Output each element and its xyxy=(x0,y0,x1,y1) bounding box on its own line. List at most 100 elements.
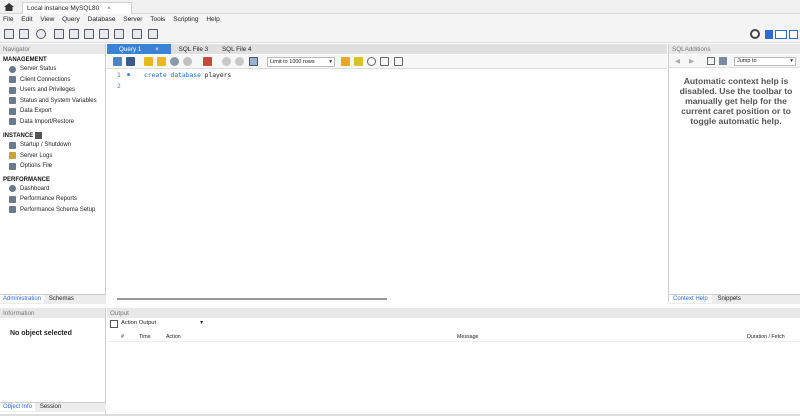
invisible-chars-icon[interactable] xyxy=(380,57,389,66)
editor-horizontal-scrollbar[interactable] xyxy=(117,298,387,300)
auto-help-icon[interactable] xyxy=(719,57,727,65)
tab-query-1[interactable]: Query 1 × xyxy=(107,44,171,54)
execute-icon[interactable] xyxy=(144,57,153,66)
create-schema-icon[interactable] xyxy=(54,29,64,39)
col-number: # xyxy=(121,334,124,340)
sql-additions-toolbar: ◀ ▶ Jump to ▾ xyxy=(669,55,800,68)
nav-item-startup-shutdown[interactable]: Startup / Shutdown xyxy=(0,140,105,151)
rollback-icon[interactable] xyxy=(235,57,244,66)
gear-icon[interactable] xyxy=(750,29,760,39)
create-function-icon[interactable] xyxy=(114,29,124,39)
back-icon[interactable]: ◀ xyxy=(675,57,680,65)
tab-snippets[interactable]: Snippets xyxy=(714,295,745,303)
instance-header: INSTANCE xyxy=(3,132,105,139)
reconnect-icon[interactable] xyxy=(148,29,158,39)
connection-tab[interactable]: Local instance MySQL80 × xyxy=(22,2,132,14)
navigator-panel: Navigator MANAGEMENT Server Status Clien… xyxy=(0,44,106,304)
output-column-headers: # Time Action Message Duration / Fetch xyxy=(107,332,800,342)
menu-database[interactable]: Database xyxy=(85,14,119,25)
server-status-icon xyxy=(9,65,16,73)
nav-item-options-file[interactable]: Options File xyxy=(0,161,105,172)
explain-icon[interactable] xyxy=(170,57,179,66)
stop-icon[interactable] xyxy=(183,57,192,66)
create-procedure-icon[interactable] xyxy=(99,29,109,39)
nav-item-users-privileges[interactable]: Users and Privileges xyxy=(0,85,105,96)
menu-edit[interactable]: Edit xyxy=(18,14,35,25)
warning-icon xyxy=(9,152,16,160)
tab-object-info[interactable]: Object Info xyxy=(0,403,36,411)
menu-query[interactable]: Query xyxy=(59,14,83,25)
close-icon[interactable]: × xyxy=(107,5,111,12)
management-header: MANAGEMENT xyxy=(3,57,47,63)
output-panel: Output Action Output ▾ # Time Action Mess… xyxy=(107,308,800,416)
navigator-tabs: Administration Schemas xyxy=(0,294,106,304)
menu-view[interactable]: View xyxy=(37,14,57,25)
output-title: Output xyxy=(107,308,800,318)
dashboard-icon xyxy=(9,185,16,193)
add-snippet-icon[interactable] xyxy=(341,57,350,66)
information-title: Information xyxy=(0,308,105,318)
manual-help-icon[interactable] xyxy=(707,57,715,65)
startup-icon xyxy=(9,141,16,149)
nav-item-performance-schema[interactable]: Performance Schema Setup xyxy=(0,205,105,216)
variables-icon xyxy=(9,97,16,105)
open-sql-script-icon[interactable] xyxy=(19,29,29,39)
nav-item-server-status[interactable]: Server Status xyxy=(0,64,105,75)
toggle-error-icon[interactable] xyxy=(203,57,212,66)
toggle-secondary-sidebar-icon[interactable] xyxy=(789,30,798,39)
home-icon[interactable] xyxy=(3,2,15,12)
toggle-output-icon[interactable] xyxy=(775,30,787,39)
output-toolbar: Action Output ▾ xyxy=(107,319,800,330)
create-table-icon[interactable] xyxy=(69,29,79,39)
autocommit-icon[interactable] xyxy=(249,57,258,66)
col-time: Time xyxy=(139,334,151,340)
query-tab-bar: Query 1 × SQL File 3 SQL File 4 xyxy=(107,44,667,54)
execute-current-icon[interactable] xyxy=(157,57,166,66)
forward-icon[interactable]: ▶ xyxy=(689,57,694,65)
beautify-icon[interactable] xyxy=(354,57,363,66)
menu-scripting[interactable]: Scripting xyxy=(170,14,201,25)
nav-item-server-logs[interactable]: Server Logs xyxy=(0,151,105,162)
word-wrap-icon[interactable] xyxy=(394,57,403,66)
limit-rows-select[interactable]: Limit to 1000 rows ▾ xyxy=(267,57,335,67)
menu-help[interactable]: Help xyxy=(203,14,222,25)
tab-session[interactable]: Session xyxy=(37,403,64,411)
save-icon[interactable] xyxy=(126,57,135,66)
nav-item-client-connections[interactable]: Client Connections xyxy=(0,75,105,86)
performance-header: PERFORMANCE xyxy=(3,176,51,183)
close-icon[interactable]: × xyxy=(149,45,165,55)
col-duration: Duration / Fetch xyxy=(747,334,785,340)
menu-server[interactable]: Server xyxy=(120,14,145,25)
no-object-label: No object selected xyxy=(10,330,72,337)
instance-icon xyxy=(34,132,42,139)
menu-file[interactable]: File xyxy=(0,14,16,25)
sql-editor[interactable]: 1 ● create database players 2 xyxy=(107,70,667,302)
nav-item-status-variables[interactable]: Status and System Variables xyxy=(0,96,105,107)
schema-setup-icon xyxy=(9,206,16,214)
wrench-icon xyxy=(9,162,16,170)
data-export-icon xyxy=(9,107,16,115)
tab-administration[interactable]: Administration xyxy=(0,295,45,303)
inspector-icon[interactable] xyxy=(36,29,46,39)
nav-item-performance-reports[interactable]: Performance Reports xyxy=(0,194,105,205)
new-sql-tab-icon[interactable] xyxy=(4,29,14,39)
toggle-sidebar-icon[interactable] xyxy=(765,30,773,39)
connection-tab-bar: Local instance MySQL80 × xyxy=(0,0,800,14)
tab-context-help[interactable]: Context Help xyxy=(669,295,712,303)
data-import-icon xyxy=(9,118,16,126)
nav-item-dashboard[interactable]: Dashboard xyxy=(0,184,105,195)
output-type-select[interactable]: Action Output ▾ xyxy=(121,320,205,329)
tab-schemas[interactable]: Schemas xyxy=(46,295,77,303)
nav-item-data-import[interactable]: Data Import/Restore xyxy=(0,117,105,128)
main-toolbar xyxy=(0,26,800,43)
nav-item-data-export[interactable]: Data Export xyxy=(0,106,105,117)
search-icon[interactable] xyxy=(367,57,376,66)
search-table-data-icon[interactable] xyxy=(132,29,142,39)
tab-sql-file-4[interactable]: SQL File 4 xyxy=(216,45,258,55)
jump-to-select[interactable]: Jump to ▾ xyxy=(734,57,796,66)
commit-icon[interactable] xyxy=(222,57,231,66)
menu-tools[interactable]: Tools xyxy=(147,14,168,25)
open-file-icon[interactable] xyxy=(113,57,122,66)
tab-sql-file-3[interactable]: SQL File 3 xyxy=(173,45,215,55)
create-view-icon[interactable] xyxy=(84,29,94,39)
